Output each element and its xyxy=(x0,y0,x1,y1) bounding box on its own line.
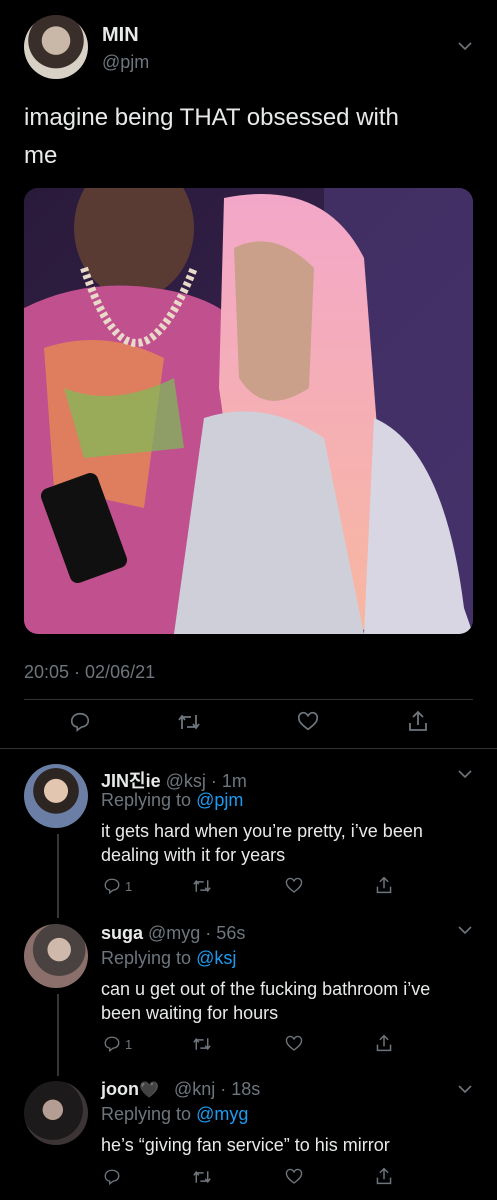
reply-1-text-line-2: dealing with it for years xyxy=(101,845,286,865)
reply-1-share-button[interactable] xyxy=(375,875,393,895)
reply-2-replying-to[interactable]: @ksj xyxy=(196,948,236,968)
reply-2-share-button[interactable] xyxy=(375,1033,393,1053)
reply-2-reply-count: 1 xyxy=(125,1036,133,1052)
reply-1-text-line-1: it gets hard when you’re pretty, i’ve be… xyxy=(101,821,423,841)
reply-3-share-button[interactable] xyxy=(375,1166,393,1186)
reply-1-retweet-button[interactable] xyxy=(192,877,212,895)
reply-1-handle-time[interactable]: @ksj · 1m xyxy=(166,771,247,791)
retweet-icon xyxy=(178,714,200,730)
reply-2-like-button[interactable] xyxy=(285,1035,303,1053)
reply-1-reply-count: 1 xyxy=(125,878,133,894)
reply-2-text-line-2: been waiting for hours xyxy=(101,1003,279,1023)
divider-timestamp xyxy=(24,699,473,700)
like-icon xyxy=(285,1035,303,1051)
like-icon xyxy=(285,877,303,893)
tweet-text-line-2: me xyxy=(24,142,58,169)
tweet-author-name[interactable]: MIN xyxy=(102,24,139,47)
chevron-down-icon[interactable] xyxy=(458,770,472,778)
share-icon xyxy=(376,876,392,894)
retweet-icon xyxy=(193,1037,211,1051)
reply-3-header: joon🖤 @knj · 18s xyxy=(101,1079,260,1100)
retweet-icon xyxy=(193,1170,211,1184)
reply-1-like-button[interactable] xyxy=(285,877,303,895)
avatar-suga[interactable] xyxy=(24,924,88,988)
tweet-text-line-1: imagine being THAT obsessed with xyxy=(24,104,399,131)
photo-illustration xyxy=(24,188,473,634)
reply-3-handle-time[interactable]: @knj · 18s xyxy=(174,1079,260,1099)
thread-line-2 xyxy=(57,994,59,1076)
like-button[interactable] xyxy=(297,711,319,733)
chevron-down-icon[interactable] xyxy=(458,926,472,934)
reply-2-text-line-1: can u get out of the fucking bathroom i’… xyxy=(101,979,431,999)
tweet-author-handle[interactable]: @pjm xyxy=(102,52,149,73)
reply-3-reply-button[interactable] xyxy=(103,1168,121,1186)
reply-3-name[interactable]: joon xyxy=(101,1079,139,1099)
black-heart-icon: 🖤 xyxy=(139,1082,159,1099)
reply-icon xyxy=(104,1169,120,1186)
avatar-jin[interactable] xyxy=(24,764,88,828)
chevron-down-icon[interactable] xyxy=(458,1085,472,1093)
reply-1-name[interactable]: JIN진ie xyxy=(101,771,161,791)
reply-2-retweet-button[interactable] xyxy=(192,1035,212,1053)
reply-1-replying-to[interactable]: @pjm xyxy=(196,790,243,810)
reply-2-name[interactable]: suga xyxy=(101,923,143,943)
share-icon xyxy=(376,1034,392,1052)
reply-3-replying-to[interactable]: @myg xyxy=(196,1104,248,1124)
share-button[interactable] xyxy=(407,709,429,733)
reply-2-replying: Replying to @ksj xyxy=(101,948,236,969)
reply-3-replying: Replying to @myg xyxy=(101,1104,248,1125)
reply-1-replying-prefix: Replying to xyxy=(101,790,192,810)
share-icon xyxy=(409,710,427,731)
tweet-timestamp[interactable]: 20:05 · 02/06/21 xyxy=(24,662,155,683)
reply-2-handle-time[interactable]: @myg · 56s xyxy=(148,923,245,943)
thread-line-1 xyxy=(57,834,59,918)
reply-icon xyxy=(104,878,120,895)
like-icon xyxy=(297,711,319,731)
share-icon xyxy=(376,1167,392,1185)
reply-2-replying-prefix: Replying to xyxy=(101,948,192,968)
reply-1-replying: Replying to @pjm xyxy=(101,790,243,811)
avatar-joon[interactable] xyxy=(24,1081,88,1145)
chevron-down-icon[interactable] xyxy=(458,42,472,50)
avatar-min[interactable] xyxy=(24,15,88,79)
reply-3-like-button[interactable] xyxy=(285,1168,303,1186)
reply-2-header: suga @myg · 56s xyxy=(101,923,245,944)
tweet-photo[interactable] xyxy=(24,188,473,634)
reply-1-reply-button[interactable]: 1 xyxy=(103,877,132,895)
reply-3-retweet-button[interactable] xyxy=(192,1168,212,1186)
reply-3-replying-prefix: Replying to xyxy=(101,1104,192,1124)
reply-icon xyxy=(70,712,90,732)
divider-main xyxy=(0,748,497,749)
reply-button[interactable] xyxy=(69,711,91,733)
reply-icon xyxy=(104,1036,120,1053)
retweet-icon xyxy=(193,879,211,893)
reply-2-reply-button[interactable]: 1 xyxy=(103,1035,132,1053)
like-icon xyxy=(285,1168,303,1184)
reply-3-text-line-1: he’s “giving fan service” to his mirror xyxy=(101,1135,390,1155)
retweet-button[interactable] xyxy=(177,711,201,733)
